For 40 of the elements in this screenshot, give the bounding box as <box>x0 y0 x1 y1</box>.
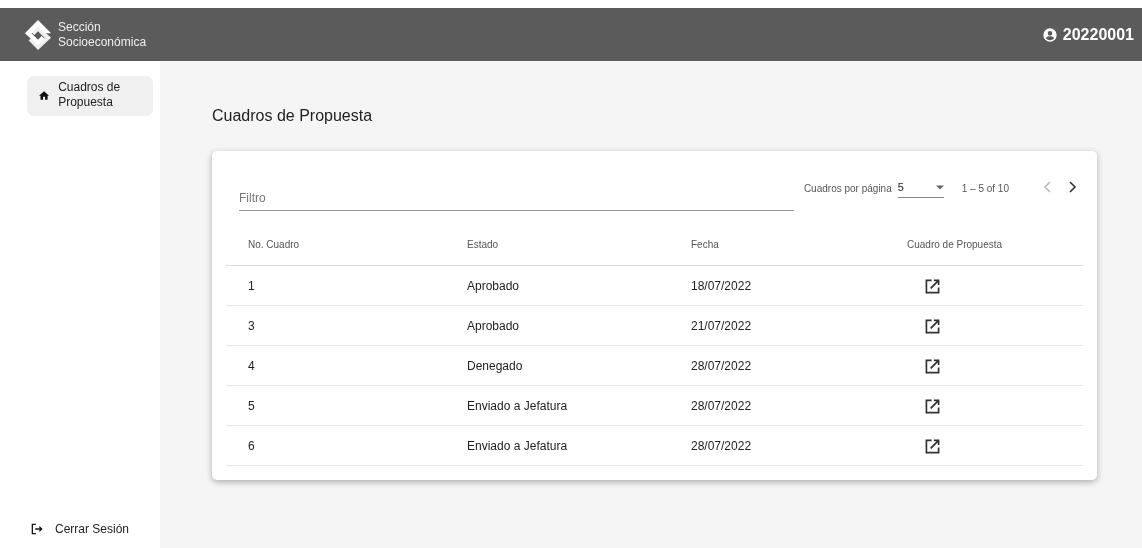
open-external-icon[interactable] <box>925 398 940 414</box>
caret-icon <box>935 184 944 190</box>
open-external-icon[interactable] <box>925 278 940 294</box>
table-cell: 28/07/2022 <box>669 425 885 466</box>
table-cell: 5 <box>226 385 445 426</box>
logout-icon <box>30 522 44 536</box>
table-cell: 1 <box>226 265 445 306</box>
column-header: No. Cuadro <box>226 229 445 266</box>
open-external-icon[interactable] <box>925 438 940 454</box>
table-cell: 18/07/2022 <box>669 265 885 306</box>
table-cell: Enviado a Jefatura <box>445 425 669 466</box>
open-external-icon[interactable] <box>925 318 940 334</box>
column-header: Estado <box>445 229 669 266</box>
page-title: Cuadros de Propuesta <box>212 107 374 125</box>
table-cell: Aprobado <box>445 305 669 346</box>
nav-item[interactable]: Cuadros de Propuesta <box>27 76 153 116</box>
page-range: 1 – 5 of 10 <box>961 183 1009 194</box>
filter-field[interactable]: Filtro <box>239 167 794 211</box>
table-cell: Denegado <box>445 345 669 386</box>
open-external-icon[interactable] <box>925 358 940 374</box>
table-cell: 21/07/2022 <box>669 305 885 346</box>
table-cell: 28/07/2022 <box>669 345 885 386</box>
column-header: Cuadro de Propuesta <box>885 229 1083 266</box>
chevron-right-icon <box>1069 181 1077 193</box>
table-cell: 28/07/2022 <box>669 385 885 426</box>
page-size-select[interactable]: 5 <box>897 179 944 198</box>
brand-name: Sección <box>58 19 102 35</box>
logo-icon <box>24 18 52 51</box>
column-header: Fecha <box>669 229 885 266</box>
user-id: 20220001 <box>1062 25 1134 44</box>
table-cell: 3 <box>226 305 445 346</box>
table-cell: Enviado a Jefatura <box>445 385 669 426</box>
logout-button[interactable]: Cerrar Sesión <box>21 522 146 536</box>
chevron-left-icon <box>1043 181 1051 193</box>
brand-name: Socioeconómica <box>58 34 147 50</box>
table-cell: 4 <box>226 345 445 386</box>
table-cell: Aprobado <box>445 265 669 306</box>
page-size-label: Cuadros por página <box>803 183 892 194</box>
account-icon <box>1041 26 1058 43</box>
table-cell: 6 <box>226 425 445 466</box>
